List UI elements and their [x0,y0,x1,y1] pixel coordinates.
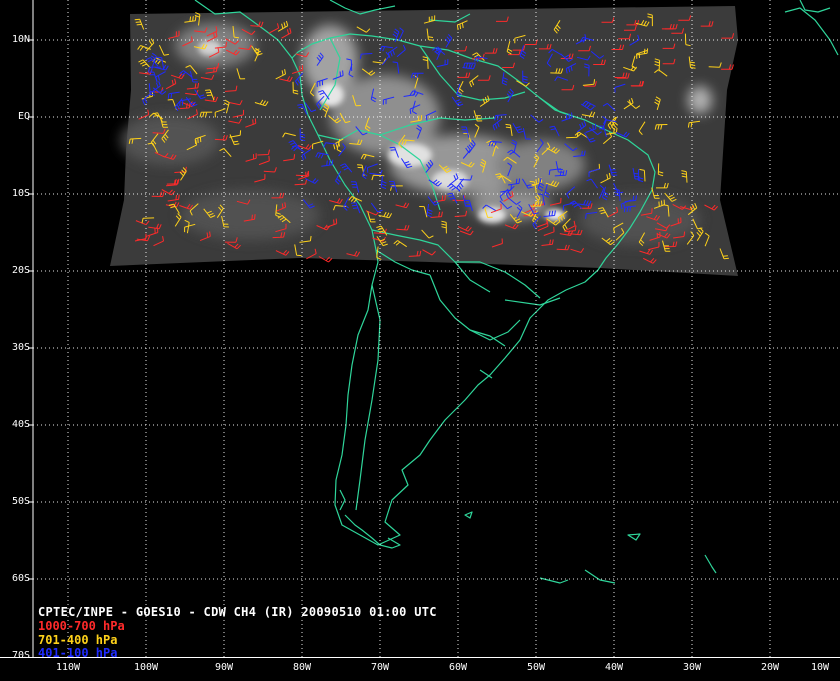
lon-label: 60W [448,662,468,673]
lat-label: 30S [11,342,30,353]
legend-low-level: 1000-700 hPa [38,619,125,633]
lon-label: 50W [526,662,546,673]
legend-high-level: 401-100 hPa [38,646,118,660]
lat-label: 50S [11,496,30,507]
legend-mid-level: 701-400 hPa [38,633,118,647]
lon-label: 110W [55,662,81,673]
map-title: CPTEC/INPE - GOES10 - CDW CH4 (IR) 20090… [38,605,437,619]
lon-label: 70W [370,662,390,673]
lat-label: 40S [11,419,30,430]
lon-label: 10W [810,662,830,673]
lat-label: 10N [11,34,30,45]
lat-label: EQ [17,111,30,122]
lon-label: 30W [682,662,702,673]
lon-label: 100W [133,662,159,673]
lat-label: 10S [11,188,30,199]
satellite-map: 10N EQ 10S 20S 30S 40S 50S 60S 70S 110W … [0,0,840,681]
lon-label: 20W [760,662,780,673]
map-canvas [28,0,840,657]
lon-label: 90W [214,662,234,673]
lat-label: 20S [11,265,30,276]
lon-label: 80W [292,662,312,673]
lat-label: 60S [11,573,30,584]
lon-label: 40W [604,662,624,673]
